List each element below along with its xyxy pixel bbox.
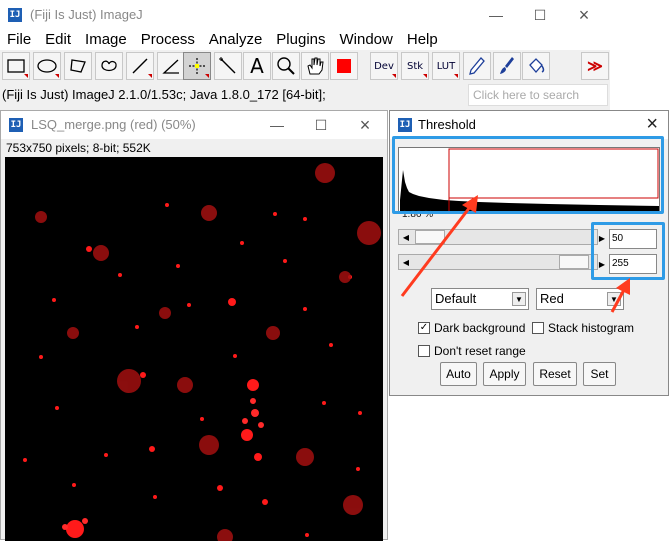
annotation-arrows [400, 195, 630, 313]
